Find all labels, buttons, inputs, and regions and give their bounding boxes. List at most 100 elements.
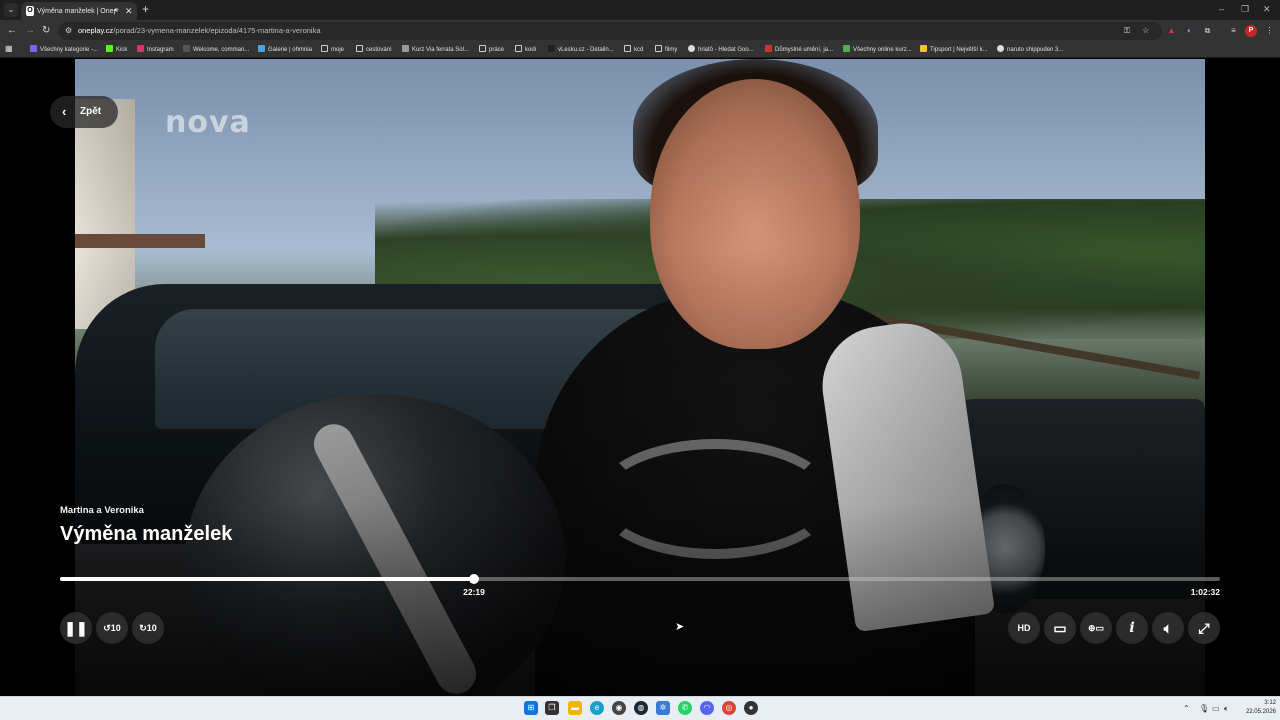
app-icon[interactable]: ● xyxy=(744,701,758,715)
rewind-10-button[interactable]: ↺10 xyxy=(96,612,128,644)
chrome-icon[interactable]: ◎ xyxy=(722,701,736,715)
show-title: Výměna manželek xyxy=(60,523,233,545)
bookmark-folder[interactable]: cestování xyxy=(356,45,392,55)
volume-icon: 🔈︎ xyxy=(1163,620,1173,636)
windows-start-icon[interactable]: ⊞ xyxy=(524,701,538,715)
bookmark-item[interactable]: hriatô - Hledat Goo... xyxy=(688,45,754,55)
info-icon: i xyxy=(1129,620,1135,636)
bookmark-item[interactable]: Kick xyxy=(106,45,127,55)
progress-bar[interactable] xyxy=(60,574,1220,584)
bookmark-item[interactable]: Instagram xyxy=(137,45,174,55)
bookmark-folder[interactable]: filmy xyxy=(655,45,677,55)
volume-button[interactable]: 🔈︎ xyxy=(1152,612,1184,644)
bookmarks-bar: ▦ Všechny kategorie -... Kick Instagram … xyxy=(0,42,1280,58)
taskbar: ⊞ ❐ ▬ e ◉ ◍ ✲ ✆ ◠ ◎ ● ⌃ 🎙︎ ▭ 🔈︎ 3:12 22.… xyxy=(0,696,1280,720)
password-key-icon[interactable]: ⚿ xyxy=(1124,25,1130,37)
edge-icon[interactable]: e xyxy=(590,701,604,715)
folder-icon xyxy=(479,45,486,52)
episode-name: Martina a Veronika xyxy=(60,505,144,516)
address-bar[interactable]: ⚙ oneplay.cz/porad/23-vymena-manzelek/ep… xyxy=(58,22,1162,40)
window-close-icon[interactable]: ✕ xyxy=(1263,3,1271,15)
bookmark-item[interactable]: Welcome, comman... xyxy=(183,45,249,55)
steam-icon[interactable]: ◍ xyxy=(634,701,648,715)
apps-grid-icon[interactable]: ▦ xyxy=(5,44,13,54)
speaker-icon[interactable]: 🔈︎ xyxy=(1224,703,1229,715)
discord-icon[interactable]: ◠ xyxy=(700,701,714,715)
app-icon[interactable]: ◉ xyxy=(612,701,626,715)
subtitles-button[interactable]: ▭ xyxy=(1044,612,1076,644)
tab-search-button[interactable]: ⌄ xyxy=(4,3,18,17)
tab-audio-icon[interactable]: 🔊︎ xyxy=(114,6,118,16)
bookmark-item[interactable]: vLesku.cz - Detailn... xyxy=(548,45,614,55)
network-icon[interactable]: ▭ xyxy=(1212,703,1220,715)
url-text[interactable]: oneplay.cz/porad/23-vymena-manzelek/epiz… xyxy=(78,25,321,37)
chevron-left-icon: ‹ xyxy=(62,104,67,119)
site-icon xyxy=(765,45,772,52)
info-button[interactable]: i xyxy=(1116,612,1148,644)
bookmark-folder[interactable]: kcd xyxy=(624,45,643,55)
bookmark-folder[interactable]: práce xyxy=(479,45,504,55)
bookmark-folder[interactable]: kodi xyxy=(515,45,536,55)
tray-overflow-icon[interactable]: ⌃ xyxy=(1183,703,1190,715)
browser-tabstrip: ⌄ O Výměna manželek | Oneplay 🔊︎ ✕ + – ❐… xyxy=(0,0,1280,20)
forward-arrow-icon[interactable]: → xyxy=(25,24,35,38)
bookmark-item[interactable]: Všechny online kurz... xyxy=(843,45,912,55)
bookmark-item[interactable]: Tipsport | Největší k... xyxy=(920,45,988,55)
whatsapp-icon[interactable]: ✆ xyxy=(678,701,692,715)
add-to-list-button[interactable]: ⊕▭ xyxy=(1080,612,1112,644)
mouse-cursor-icon: ➤ xyxy=(675,621,685,633)
microphone-icon[interactable]: 🎙︎ xyxy=(1199,703,1209,715)
pdf-extension-icon[interactable]: ▲ xyxy=(1166,25,1177,36)
bookmark-item[interactable]: Všechny kategorie -... xyxy=(30,45,98,55)
system-clock[interactable]: 3:12 22.05.2026 xyxy=(1240,699,1276,717)
new-tab-button[interactable]: + xyxy=(142,2,149,17)
bookmark-label: filmy xyxy=(665,47,678,53)
bookmark-label: Kick xyxy=(116,47,128,53)
bookmark-item[interactable]: Kurz Via ferrata Sol... xyxy=(402,45,469,55)
browser-tab-active[interactable]: O Výměna manželek | Oneplay 🔊︎ ✕ xyxy=(21,2,137,20)
restore-icon[interactable]: ❐ xyxy=(1241,3,1249,15)
back-button[interactable]: ‹ Zpět xyxy=(50,96,118,128)
bookmark-label: Všechny kategorie -... xyxy=(40,47,99,53)
task-view-icon[interactable]: ❐ xyxy=(545,701,559,715)
reload-icon[interactable]: ↻ xyxy=(42,24,50,38)
bookmark-item[interactable]: naruto shippuden 3... xyxy=(997,45,1063,55)
folder-icon xyxy=(624,45,631,52)
bookmark-star-icon[interactable]: ☆ xyxy=(1142,25,1149,37)
bookmark-item[interactable]: Důmyslné umění, ja... xyxy=(765,45,833,55)
browser-toolbar: ← → ↻ ⚙ oneplay.cz/porad/23-vymena-manze… xyxy=(0,20,1280,42)
tab-close-button[interactable]: ✕ xyxy=(125,5,133,17)
video-frame[interactable]: nova xyxy=(75,59,1205,696)
add-to-list-icon: ⊕▭ xyxy=(1087,623,1105,633)
bookmark-label: Tipsport | Největší k... xyxy=(930,47,988,53)
minimize-icon[interactable]: – xyxy=(1219,3,1224,15)
browser-menu-icon[interactable]: ⋮ xyxy=(1264,25,1275,36)
bookmark-label: Všechny online kurz... xyxy=(853,47,912,53)
video-scene xyxy=(75,59,1205,696)
bookmark-label: Instagram xyxy=(147,47,174,53)
folder-icon xyxy=(321,45,328,52)
extensions-puzzle-icon[interactable]: ⧉ xyxy=(1202,25,1213,36)
progress-thumb[interactable] xyxy=(469,574,479,584)
quality-button[interactable]: HD xyxy=(1008,612,1040,644)
pause-button[interactable]: ❚❚ xyxy=(60,612,92,644)
bookmark-item[interactable]: Galerie | ohmnia xyxy=(258,45,312,55)
site-icon xyxy=(183,45,190,52)
bookmark-label: Důmyslné umění, ja... xyxy=(775,47,834,53)
app-icon[interactable]: ✲ xyxy=(656,701,670,715)
current-time: 22:19 xyxy=(463,587,485,597)
bookmark-label: Welcome, comman... xyxy=(193,47,250,53)
file-explorer-icon[interactable]: ▬ xyxy=(568,701,582,715)
oneplay-favicon-icon: O xyxy=(26,6,34,16)
forward-10-button[interactable]: ↻10 xyxy=(132,612,164,644)
profile-avatar[interactable]: P xyxy=(1245,25,1257,37)
video-player[interactable]: nova xyxy=(0,59,1280,696)
translate-extension-icon[interactable]: ◐ xyxy=(1184,25,1195,36)
bookmark-folder[interactable]: moje xyxy=(321,45,344,55)
fullscreen-button[interactable]: ⤢ xyxy=(1188,612,1220,644)
kick-icon xyxy=(106,45,113,52)
back-arrow-icon[interactable]: ← xyxy=(7,24,17,38)
bookmark-label: vLesku.cz - Detailn... xyxy=(558,47,614,53)
site-info-icon[interactable]: ⚙ xyxy=(65,25,72,37)
media-controls-icon[interactable]: ≡ xyxy=(1228,25,1239,36)
